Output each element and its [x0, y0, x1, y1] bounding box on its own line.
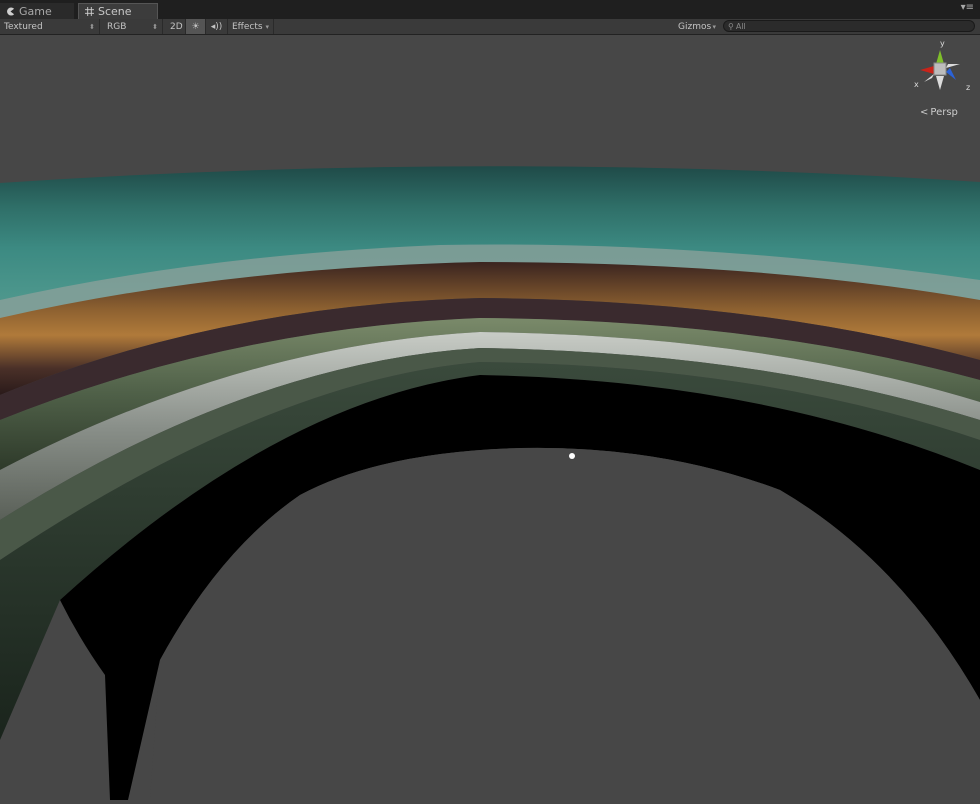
effects-dropdown[interactable]: Effects ▾	[228, 19, 274, 34]
gizmo-axis-z-label: z	[966, 83, 971, 92]
panel-menu-icon[interactable]: ▾≡	[961, 2, 974, 13]
tab-game[interactable]: Game	[0, 3, 74, 19]
effects-label: Effects	[232, 21, 263, 32]
mode-2d-button[interactable]: 2D	[166, 19, 186, 34]
render-mode-dropdown[interactable]: Textured ⬍	[0, 19, 100, 34]
perspective-icon: <	[920, 107, 929, 118]
tab-bar: Game Scene ▾≡	[0, 0, 980, 20]
scene-viewport[interactable]: y x z < Persp	[0, 35, 980, 800]
scene-render	[0, 166, 980, 800]
tab-scene-label: Scene	[98, 5, 132, 18]
search-placeholder: All	[735, 21, 746, 31]
search-icon: ⚲	[728, 21, 734, 31]
gizmo-axis-y-label: y	[940, 39, 945, 48]
orientation-gizmo[interactable]	[912, 40, 968, 96]
projection-label: Persp	[930, 107, 958, 118]
audio-toggle[interactable]: ◂))	[206, 19, 228, 34]
chevron-updown-icon: ⬍	[152, 22, 158, 31]
search-field[interactable]: ⚲ All	[723, 20, 975, 32]
color-mode-dropdown[interactable]: RGB ⬍	[103, 19, 163, 34]
render-mode-label: Textured	[4, 21, 43, 32]
mode-2d-label: 2D	[170, 21, 183, 32]
gizmos-label: Gizmos	[678, 21, 712, 32]
grid-icon	[85, 7, 94, 16]
gizmo-axis-x-label: x	[914, 80, 919, 89]
lighting-toggle[interactable]: ☀	[186, 19, 206, 34]
sun-icon: ☀	[191, 21, 200, 32]
projection-toggle[interactable]: < Persp	[920, 107, 958, 118]
chevron-updown-icon: ⬍	[89, 22, 95, 31]
speaker-icon: ◂))	[210, 21, 223, 32]
chevron-down-icon: ▾	[265, 22, 269, 31]
tab-scene[interactable]: Scene	[78, 3, 158, 19]
tab-game-label: Game	[19, 4, 52, 18]
pacman-icon	[7, 6, 15, 16]
gizmos-dropdown[interactable]: Gizmos ▾	[674, 19, 720, 34]
color-mode-label: RGB	[107, 21, 127, 32]
chevron-down-icon: ▾	[712, 22, 716, 31]
scene-toolbar: Textured ⬍ RGB ⬍ 2D ☀ ◂)) Effects ▾ Gizm…	[0, 19, 980, 35]
